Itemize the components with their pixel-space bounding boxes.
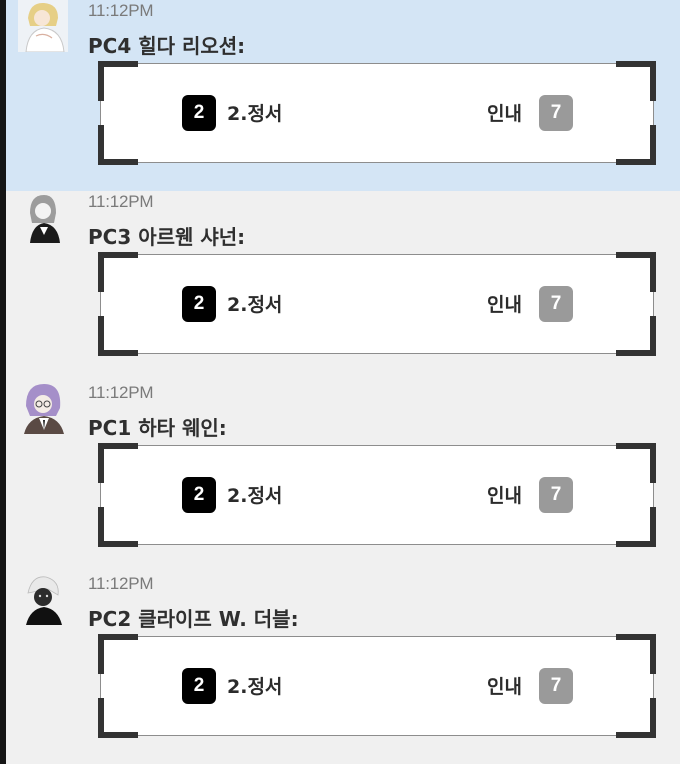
roll-result-box: 2 2.정서 인내 7 <box>98 61 656 165</box>
corner-bracket <box>98 252 138 292</box>
stat-label-right: 인내 <box>487 294 522 316</box>
chat-message: 11:12PM PC4 힐다 리오션: 2 2.정서 인내 7 <box>6 0 680 191</box>
stat-label-right: 인내 <box>487 485 522 507</box>
chat-message: 11:12PM PC2 클라이프 W. 더블: 2 2.정서 인내 7 <box>6 573 680 764</box>
avatar[interactable] <box>18 0 68 52</box>
speaker-name: PC1 하타 웨인: <box>88 416 227 440</box>
corner-bracket <box>616 125 656 165</box>
corner-bracket <box>98 507 138 547</box>
avatar-blonde-character-icon <box>18 0 68 52</box>
corner-bracket <box>98 698 138 738</box>
corner-bracket <box>616 252 656 292</box>
dice-badge-black: 2 <box>182 95 216 131</box>
dice-badge-gray: 7 <box>539 286 573 322</box>
corner-bracket <box>98 634 138 674</box>
roll-result-box: 2 2.정서 인내 7 <box>98 443 656 547</box>
corner-bracket <box>616 61 656 101</box>
stat-label-left: 2.정서 <box>227 294 283 316</box>
corner-bracket <box>616 316 656 356</box>
corner-bracket <box>616 443 656 483</box>
stat-label-left: 2.정서 <box>227 676 283 698</box>
message-timestamp: 11:12PM <box>88 192 154 211</box>
stat-label-right: 인내 <box>487 103 522 125</box>
avatar[interactable] <box>18 382 68 434</box>
message-timestamp: 11:12PM <box>88 1 154 20</box>
avatar-purple-hair-glasses-character-icon <box>18 382 68 434</box>
message-timestamp: 11:12PM <box>88 574 154 593</box>
corner-bracket <box>616 507 656 547</box>
roll-result-box: 2 2.정서 인내 7 <box>98 252 656 356</box>
corner-bracket <box>98 443 138 483</box>
corner-bracket <box>98 125 138 165</box>
corner-bracket <box>616 634 656 674</box>
speaker-name: PC3 아르웬 샤넌: <box>88 225 246 249</box>
speaker-name: PC4 힐다 리오션: <box>88 34 246 58</box>
stat-label-left: 2.정서 <box>227 103 283 125</box>
stat-label-left: 2.정서 <box>227 485 283 507</box>
dice-badge-black: 2 <box>182 668 216 704</box>
dice-badge-gray: 7 <box>539 668 573 704</box>
avatar-white-hair-dark-character-icon <box>18 573 68 625</box>
avatar-gray-hair-character-icon <box>18 191 68 243</box>
speaker-name: PC2 클라이프 W. 더블: <box>88 607 299 631</box>
stat-label-right: 인내 <box>487 676 522 698</box>
roll-result-box: 2 2.정서 인내 7 <box>98 634 656 738</box>
corner-bracket <box>98 316 138 356</box>
chat-message: 11:12PM PC3 아르웬 샤넌: 2 2.정서 인내 7 <box>6 191 680 382</box>
message-timestamp: 11:12PM <box>88 383 154 402</box>
dice-badge-black: 2 <box>182 477 216 513</box>
avatar[interactable] <box>18 573 68 625</box>
corner-bracket <box>98 61 138 101</box>
corner-bracket <box>616 698 656 738</box>
dice-badge-gray: 7 <box>539 477 573 513</box>
chat-message: 11:12PM PC1 하타 웨인: 2 2.정서 인내 7 <box>6 382 680 573</box>
dice-badge-gray: 7 <box>539 95 573 131</box>
avatar[interactable] <box>18 191 68 243</box>
dice-badge-black: 2 <box>182 286 216 322</box>
